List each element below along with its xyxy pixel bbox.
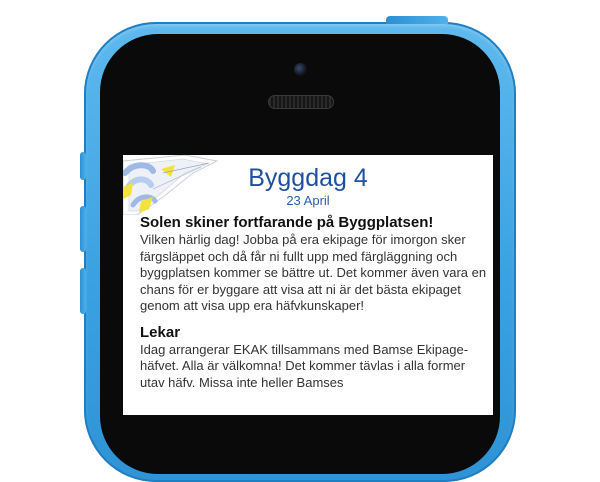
page-title: Byggdag 4 <box>248 164 368 192</box>
section-heading: Lekar <box>140 323 181 341</box>
phone-screen: Byggdag 4 23 April Solen skiner fortfara… <box>123 155 493 415</box>
volume-up-button <box>80 206 86 252</box>
volume-down-button <box>80 268 86 314</box>
mute-switch <box>80 152 86 180</box>
article-date: 23 April <box>286 193 330 208</box>
section-paragraph: Idag arrangerar EKAK tillsammans med Bam… <box>140 341 469 390</box>
article-body: Solen skiner fortfarande på Byggplatsen!… <box>140 213 490 391</box>
article-headline: Solen skiner fortfarande på Byggplatsen! <box>140 214 434 231</box>
power-button <box>386 16 448 24</box>
earpiece-speaker <box>268 95 334 109</box>
article-paragraph: Vilken härlig dag! Jobba på era ekipage … <box>140 232 487 313</box>
front-camera-icon <box>294 63 307 76</box>
